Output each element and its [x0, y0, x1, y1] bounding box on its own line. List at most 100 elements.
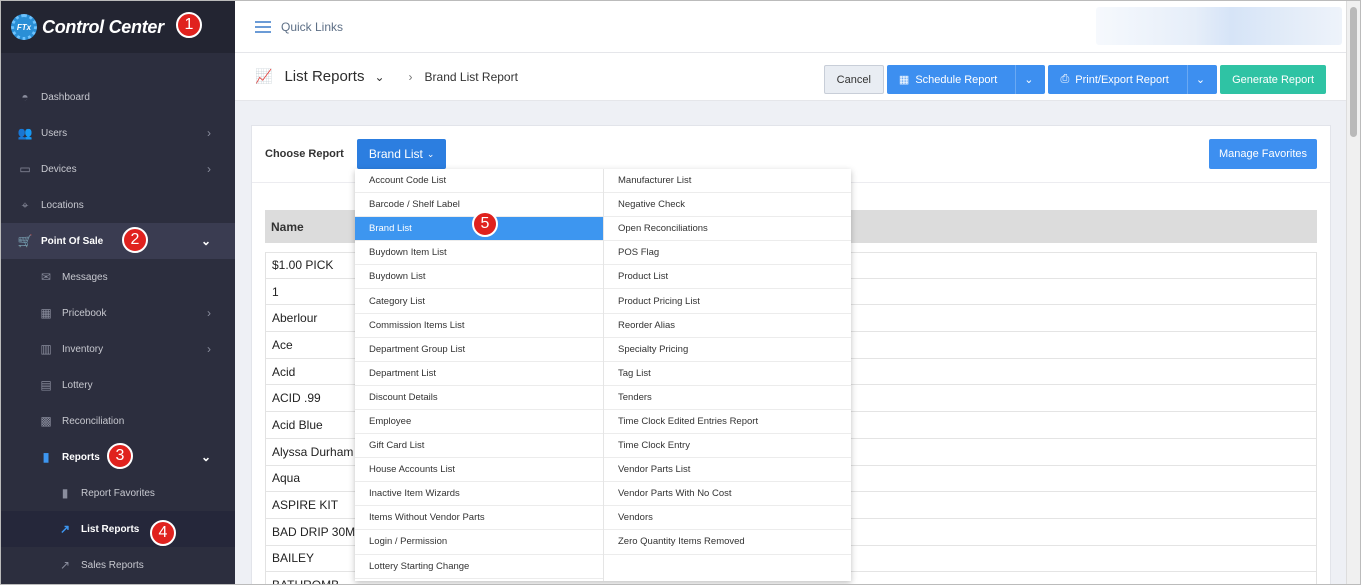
menu-item[interactable]: Department Group List: [355, 338, 603, 362]
sidebar-item-pricebook[interactable]: ▦ Pricebook ›: [1, 295, 235, 331]
menu-item[interactable]: Discount Details: [355, 386, 603, 410]
sidebar-item-label: Reports: [62, 451, 100, 463]
dashboard-icon: ◓: [21, 90, 29, 104]
sidebar-item-label: Reconciliation: [62, 415, 125, 427]
menu-item[interactable]: Time Clock Entry: [604, 434, 851, 459]
menu-item[interactable]: Product List: [604, 265, 851, 290]
cancel-button[interactable]: Cancel: [823, 65, 884, 94]
report-dropdown-button[interactable]: Brand List ⌄: [356, 139, 447, 169]
quick-links-label[interactable]: Quick Links: [281, 20, 343, 34]
printer-icon: ⎙: [1060, 73, 1070, 85]
step-marker-2: 2: [122, 227, 148, 253]
menu-item[interactable]: Negative Check: [604, 193, 851, 218]
sidebar-item-label: Point Of Sale: [41, 235, 104, 247]
sidebar-item-sales-reports[interactable]: ↗ Sales Reports: [1, 547, 235, 583]
menu-item[interactable]: Vendor Parts With No Cost: [604, 482, 851, 507]
calendar-icon: ▦: [898, 74, 910, 86]
schedule-report-button[interactable]: ▦ Schedule Report ⌄: [886, 65, 1046, 94]
app-window: FTx Control Center 1 ◓ Dashboard 👥 Users…: [0, 0, 1361, 585]
chevron-right-icon: ›: [207, 126, 211, 140]
app-title: Control Center: [42, 16, 164, 37]
sidebar-item-label: Report Favorites: [81, 487, 155, 499]
sidebar-item-messages[interactable]: ✉ Messages: [1, 259, 235, 295]
scrollbar-thumb[interactable]: [1350, 7, 1357, 137]
menu-item[interactable]: Zero Quantity Items Removed: [604, 530, 851, 555]
menu-item[interactable]: Category List: [355, 289, 603, 314]
sidebar-item-label: Pricebook: [62, 307, 107, 319]
sidebar-item-label: Locations: [41, 199, 84, 211]
menu-item[interactable]: Gift Card List: [355, 434, 603, 459]
sidebar-item-label: Lottery: [62, 379, 93, 391]
menu-item[interactable]: Buydown List: [355, 265, 603, 290]
menu-item[interactable]: Specialty Pricing: [604, 338, 851, 362]
menu-item[interactable]: Tag List: [604, 362, 851, 386]
menu-item[interactable]: Items Without Vendor Parts: [355, 506, 603, 531]
step-marker-1: 1: [176, 12, 202, 38]
menu-column-right: Manufacturer List Negative Check Open Reco…: [603, 169, 851, 581]
report-dropdown-label: Brand List: [368, 147, 423, 161]
page-header: 📈 List Reports ⌄ › Brand List Report Can…: [235, 53, 1348, 101]
sales-reports-icon: ↗: [59, 558, 71, 572]
sidebar-item-locations[interactable]: ⌖ Locations: [1, 187, 235, 223]
chevron-down-icon[interactable]: ⌄: [374, 70, 384, 84]
sidebar-item-label: Users: [41, 127, 68, 139]
sidebar-item-report-favorites[interactable]: ▮ Report Favorites: [1, 475, 235, 511]
chevron-down-icon: ⌄: [200, 450, 211, 464]
menu-item[interactable]: Reorder Alias: [604, 314, 851, 338]
logo-gear-icon: FTx: [11, 14, 37, 40]
menu-item[interactable]: Department List: [355, 362, 603, 386]
line-chart-icon: 📈: [255, 68, 273, 84]
sidebar-item-point-of-sale[interactable]: 🛒 Point Of Sale ⌄: [1, 223, 235, 259]
sidebar-item-label: Inventory: [62, 343, 104, 355]
menu-item[interactable]: Employee: [355, 410, 603, 435]
sidebar-item-list-reports[interactable]: ↗ List Reports: [1, 511, 235, 547]
menu-item[interactable]: Vendors: [604, 506, 851, 531]
sidebar-item-label: List Reports: [81, 523, 140, 535]
menu-item[interactable]: Commission Items List: [355, 314, 603, 338]
bookmark-icon: ▮: [61, 486, 69, 500]
sidebar-item-reconciliation[interactable]: ▩ Reconciliation: [1, 403, 235, 439]
sidebar-item-dashboard[interactable]: ◓ Dashboard: [1, 79, 235, 115]
menu-item[interactable]: Product Pricing List: [604, 289, 851, 314]
print-export-button[interactable]: ⎙ Print/Export Report ⌄: [1048, 65, 1218, 94]
menu-item[interactable]: Time Clock Edited Entries Report: [604, 410, 851, 435]
menu-item[interactable]: Login / Permission: [355, 530, 603, 555]
chevron-right-icon: ›: [207, 342, 211, 356]
chevron-down-icon: ⌄: [426, 148, 435, 159]
sidebar-item-lottery[interactable]: ▤ Lottery: [1, 367, 235, 403]
menu-item[interactable]: Tenders: [604, 386, 851, 410]
sidebar-nav: ◓ Dashboard 👥 Users › ▭ Devices › ⌖ Loca…: [1, 79, 235, 583]
manage-favorites-button[interactable]: Manage Favorites: [1208, 139, 1317, 169]
topbar: Quick Links: [235, 1, 1348, 53]
menu-item[interactable]: House Accounts List: [355, 458, 603, 483]
reports-icon: ▮: [42, 450, 50, 464]
menu-item[interactable]: Buydown Item List: [355, 241, 603, 266]
breadcrumb-separator-icon: ›: [408, 69, 413, 84]
devices-icon: ▭: [19, 162, 31, 176]
menu-item[interactable]: POS Flag: [604, 241, 851, 266]
page-scrollbar[interactable]: [1346, 1, 1360, 584]
lottery-icon: ▤: [40, 378, 52, 392]
sidebar-item-label: Sales Reports: [81, 559, 144, 571]
chevron-down-icon[interactable]: ⌄: [1015, 65, 1033, 94]
menu-item[interactable]: Manufacturer List: [604, 169, 851, 194]
menu-item[interactable]: Inactive Item Wizards: [355, 482, 603, 507]
step-marker-3: 3: [107, 443, 133, 469]
choose-report-label: Choose Report: [265, 148, 344, 160]
generate-report-button[interactable]: Generate Report: [1220, 65, 1326, 94]
menu-icon[interactable]: [255, 20, 271, 33]
menu-item[interactable]: Open Reconciliations: [604, 217, 851, 242]
sidebar-item-users[interactable]: 👥 Users ›: [1, 115, 235, 151]
chevron-down-icon[interactable]: ⌄: [1186, 65, 1205, 94]
sidebar-item-devices[interactable]: ▭ Devices ›: [1, 151, 235, 187]
chevron-right-icon: ›: [207, 306, 211, 320]
sidebar-item-label: Devices: [41, 163, 77, 175]
step-marker-4: 4: [150, 520, 176, 546]
menu-item[interactable]: Vendor Parts List: [604, 458, 851, 483]
menu-item[interactable]: Lottery Starting Change: [355, 555, 603, 579]
location-icon: ⌖: [21, 197, 29, 212]
menu-item[interactable]: Account Code List: [355, 169, 603, 194]
users-icon: 👥: [17, 126, 33, 140]
sidebar-item-inventory[interactable]: ▥ Inventory ›: [1, 331, 235, 367]
page-title[interactable]: List Reports: [284, 68, 364, 85]
